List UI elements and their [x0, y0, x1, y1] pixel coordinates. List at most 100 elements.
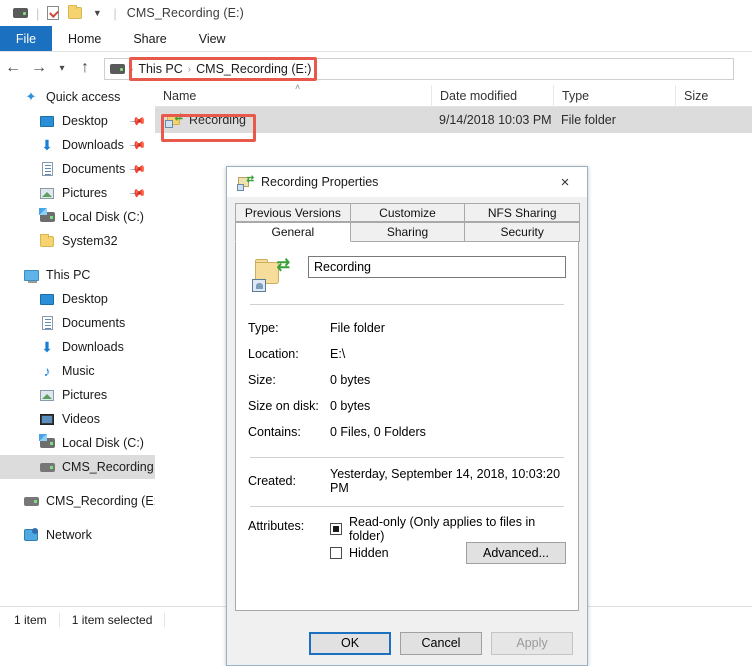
- breadcrumb-drive-icon[interactable]: [110, 64, 125, 74]
- sidebar-item-pictures[interactable]: Pictures: [0, 383, 155, 407]
- column-header-type[interactable]: Type: [553, 84, 675, 107]
- properties-icon[interactable]: [43, 4, 63, 22]
- drive-icon[interactable]: [10, 4, 30, 22]
- sidebar-item-documents[interactable]: Documents: [0, 311, 155, 335]
- sidebar-item-desktop-qa[interactable]: Desktop 📌: [0, 109, 155, 133]
- navigation-sidebar[interactable]: ✦ Quick access Desktop 📌 ⬇ Downloads 📌 D…: [0, 85, 155, 606]
- folder-name-input[interactable]: Recording: [308, 256, 566, 278]
- ribbon-divider: [0, 51, 752, 52]
- back-arrow-icon[interactable]: ←: [0, 55, 26, 81]
- network-icon: [22, 527, 40, 543]
- sidebar-item-downloads-qa[interactable]: ⬇ Downloads 📌: [0, 133, 155, 157]
- ribbon-tab-file[interactable]: File: [0, 26, 52, 52]
- monitor-icon: [38, 291, 56, 307]
- system-disk-icon: [38, 208, 56, 225]
- column-header-date-modified[interactable]: Date modified: [431, 84, 553, 107]
- monitor-icon: [38, 113, 56, 129]
- hidden-checkbox[interactable]: [330, 547, 342, 559]
- attribute-hidden-line[interactable]: Hidden Advanced...: [330, 541, 566, 565]
- sidebar-label-network: Network: [46, 528, 92, 542]
- property-value: Yesterday, September 14, 2018, 10:03:20 …: [330, 467, 561, 495]
- sidebar-item-cms-recording-e[interactable]: CMS_Recording (E:): [0, 455, 155, 479]
- new-folder-icon[interactable]: [65, 4, 85, 22]
- address-path-field[interactable]: › This PC › CMS_Recording (E:): [104, 58, 734, 80]
- general-tab-panel: ⇄ Recording Type: File folder Location: …: [235, 241, 579, 611]
- property-value: 0 Files, 0 Folders: [330, 425, 426, 439]
- folder-name-row: ⇄ Recording: [248, 256, 566, 292]
- breadcrumb-cms-recording[interactable]: CMS_Recording (E:): [196, 62, 311, 76]
- column-header-name[interactable]: Name: [155, 85, 431, 107]
- dialog-tab-strip: Previous Versions Customize NFS Sharing …: [227, 197, 587, 242]
- property-label: Contains:: [248, 425, 301, 439]
- sidebar-item-local-disk-c-qa[interactable]: Local Disk (C:): [0, 205, 155, 229]
- picture-icon: [38, 185, 56, 201]
- breadcrumb-this-pc[interactable]: This PC: [138, 62, 182, 76]
- property-row-type: Type: File folder: [248, 315, 566, 341]
- tab-general[interactable]: General: [235, 222, 351, 242]
- sidebar-item-system32[interactable]: System32: [0, 229, 155, 253]
- sidebar-group-this-pc[interactable]: This PC: [0, 263, 155, 287]
- ribbon-bar: File Home Share View: [0, 26, 752, 52]
- ribbon-tab-home[interactable]: Home: [52, 26, 117, 52]
- sidebar-label: Documents: [62, 162, 126, 176]
- close-icon[interactable]: ×: [543, 167, 587, 197]
- property-label: Size:: [248, 373, 276, 387]
- column-header-size[interactable]: Size: [675, 84, 752, 107]
- column-header-row: Name Date modified Type Size ˄: [155, 82, 752, 107]
- dialog-tab-row-1: Previous Versions Customize NFS Sharing: [235, 203, 581, 222]
- recent-locations-chevron-icon[interactable]: ▾: [52, 55, 72, 81]
- attribute-readonly-line[interactable]: Read-only (Only applies to files in fold…: [330, 515, 566, 543]
- sidebar-item-videos[interactable]: Videos: [0, 407, 155, 431]
- sidebar-label: Local Disk (C:): [62, 210, 144, 224]
- dialog-button-bar: OK Cancel Apply: [227, 621, 587, 665]
- dialog-title: Recording Properties: [261, 175, 379, 189]
- ok-button[interactable]: OK: [309, 631, 391, 655]
- pin-icon[interactable]: 📌: [129, 184, 148, 203]
- hidden-label: Hidden: [349, 546, 389, 560]
- sidebar-item-desktop[interactable]: Desktop: [0, 287, 155, 311]
- file-name-cell[interactable]: ⇄ Recording: [155, 113, 431, 128]
- apply-button: Apply: [491, 631, 573, 655]
- tab-sharing[interactable]: Sharing: [349, 222, 466, 242]
- forward-arrow-icon[interactable]: →: [26, 55, 52, 81]
- status-item-count: 1 item: [0, 612, 60, 627]
- sidebar-label: System32: [62, 234, 118, 248]
- tab-previous-versions[interactable]: Previous Versions: [235, 203, 351, 222]
- cancel-button[interactable]: Cancel: [400, 631, 482, 655]
- property-label: Type:: [248, 321, 279, 335]
- ribbon-tab-view[interactable]: View: [183, 26, 242, 52]
- toolbar-divider: |: [36, 5, 40, 21]
- pin-icon[interactable]: 📌: [129, 136, 148, 155]
- up-arrow-icon[interactable]: ↑: [72, 55, 98, 81]
- sidebar-item-music[interactable]: ♪ Music: [0, 359, 155, 383]
- tab-customize[interactable]: Customize: [349, 203, 466, 222]
- tab-nfs-sharing[interactable]: NFS Sharing: [464, 203, 581, 222]
- file-name-label: Recording: [189, 113, 246, 127]
- tab-security[interactable]: Security: [464, 222, 581, 242]
- sidebar-group-network[interactable]: Network: [0, 523, 155, 547]
- sidebar-group-quick-access[interactable]: ✦ Quick access: [0, 85, 155, 109]
- table-row[interactable]: ⇄ Recording 9/14/2018 10:03 PM File fold…: [155, 107, 752, 133]
- readonly-checkbox[interactable]: [330, 523, 342, 535]
- sidebar-group-cms-recording[interactable]: CMS_Recording (E:): [0, 489, 155, 513]
- sidebar-item-documents-qa[interactable]: Documents 📌: [0, 157, 155, 181]
- sidebar-label: Videos: [62, 412, 100, 426]
- customize-chevron-icon[interactable]: ▼: [87, 4, 107, 22]
- advanced-button[interactable]: Advanced...: [466, 542, 566, 564]
- sidebar-item-downloads[interactable]: ⬇ Downloads: [0, 335, 155, 359]
- folder-icon: [38, 233, 56, 249]
- sidebar-label: Local Disk (C:): [62, 436, 144, 450]
- dialog-title-bar: ⇄ Recording Properties ×: [227, 167, 587, 197]
- sort-ascending-caret-icon: ˄: [295, 82, 301, 92]
- sidebar-item-pictures-qa[interactable]: Pictures 📌: [0, 181, 155, 205]
- download-icon: ⬇: [41, 137, 53, 153]
- attributes-row: Attributes: Read-only (Only applies to f…: [248, 515, 566, 565]
- ribbon-tab-share[interactable]: Share: [117, 26, 182, 52]
- properties-dialog[interactable]: ⇄ Recording Properties × Previous Versio…: [226, 166, 588, 666]
- pin-icon[interactable]: 📌: [129, 160, 148, 179]
- pin-icon[interactable]: 📌: [129, 112, 148, 131]
- file-date-cell: 9/14/2018 10:03 PM: [439, 113, 552, 127]
- sidebar-item-local-disk-c[interactable]: Local Disk (C:): [0, 431, 155, 455]
